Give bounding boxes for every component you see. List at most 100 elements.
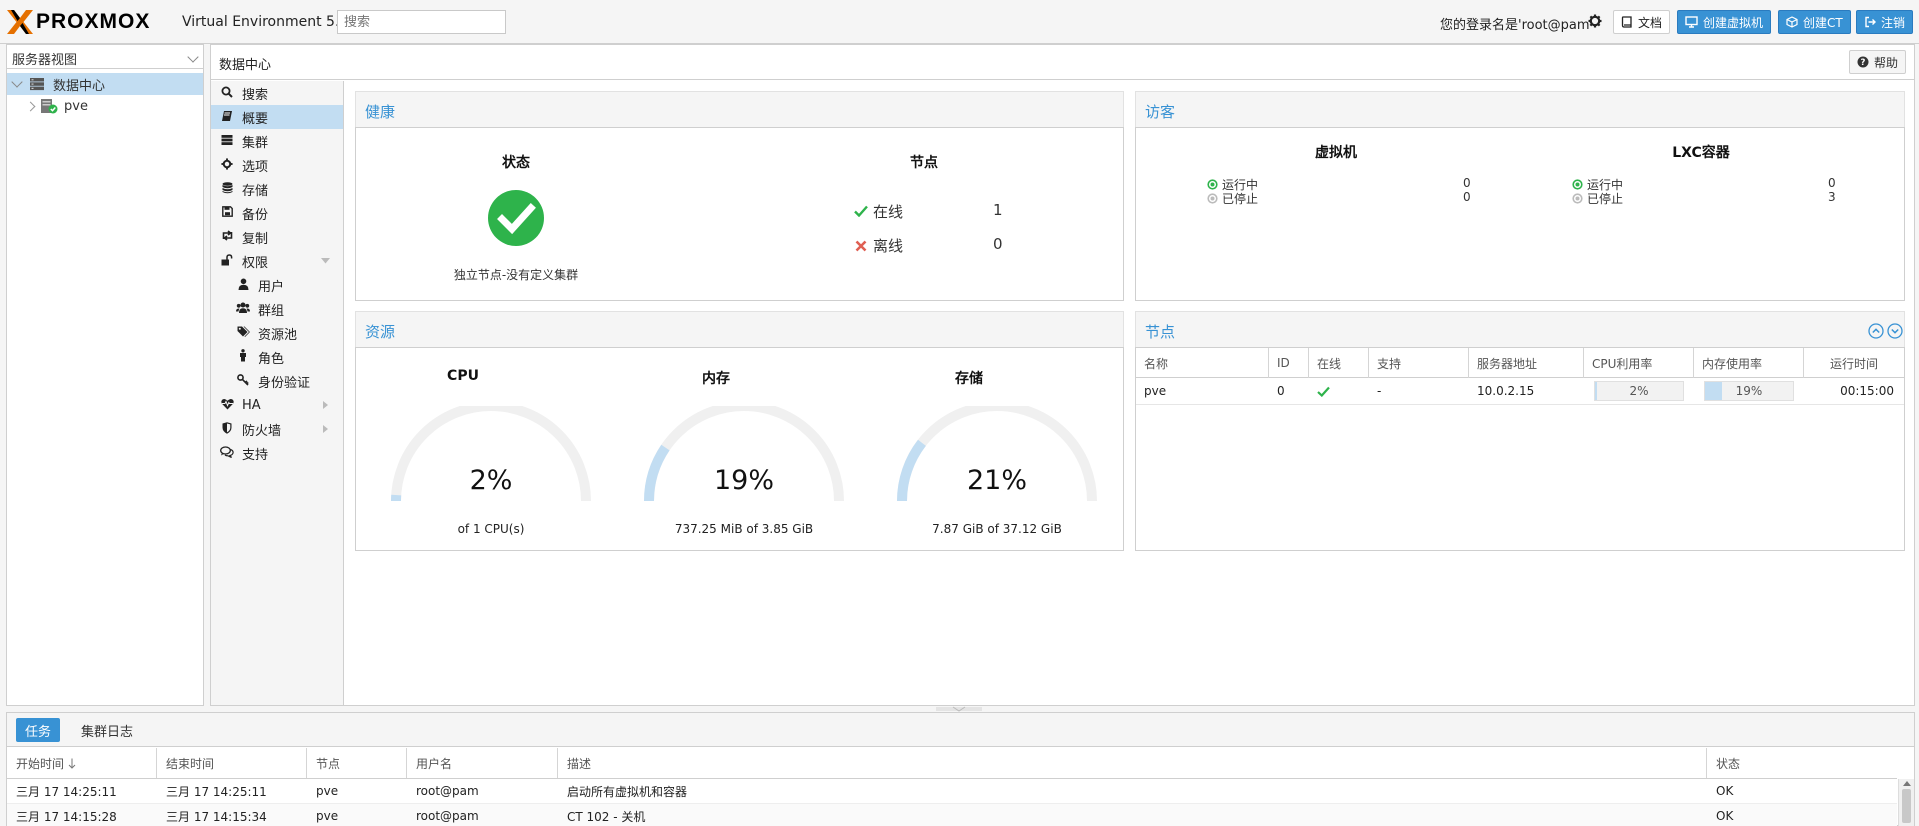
- column-header-name[interactable]: 名称: [1136, 348, 1269, 378]
- column-label: 内存使用率: [1702, 356, 1763, 371]
- cpu-usage-text: 2%: [1629, 384, 1649, 398]
- table-row[interactable]: pve 0 - 10.0.2.15 2% 19% 00:15:00: [1136, 378, 1904, 405]
- help-label: 帮助: [1873, 55, 1898, 70]
- table-row[interactable]: 三月 17 14:15:28 三月 17 14:15:34 pve root@p…: [7, 803, 1897, 826]
- logout-button[interactable]: 注销: [1856, 10, 1914, 34]
- online-label: 在线: [873, 203, 904, 221]
- create-ct-label: 创建CT: [1803, 15, 1843, 30]
- tab-cluster-log[interactable]: 集群日志: [72, 718, 142, 742]
- users-icon: [236, 302, 250, 316]
- column-label: 开始时间: [16, 756, 65, 771]
- column-label: 服务器地址: [1477, 356, 1538, 371]
- column-header-end-time[interactable]: 结束时间: [157, 748, 307, 778]
- help-button[interactable]: ? 帮助: [1848, 50, 1906, 74]
- menu-item-authentication[interactable]: 身份验证: [211, 369, 343, 393]
- column-header-node[interactable]: 节点: [307, 748, 407, 778]
- menu-item-firewall[interactable]: 防火墙: [211, 417, 343, 441]
- offline-count: 0: [993, 235, 1003, 253]
- view-selector[interactable]: 服务器视图: [7, 45, 203, 69]
- column-header-address[interactable]: 服务器地址: [1469, 348, 1584, 378]
- tab-tasks[interactable]: 任务: [16, 718, 61, 742]
- menu-item-search[interactable]: 搜索: [211, 81, 343, 105]
- proxmox-logo[interactable]: PROXMOX: [6, 9, 150, 35]
- vm-stopped-count: 0: [1463, 190, 1471, 204]
- caret-right-icon[interactable]: [323, 425, 328, 433]
- task-log-panel: 任务 集群日志 开始时间 结束时间 节点 用户名 描述 状态 三月 17 14:…: [6, 712, 1915, 826]
- column-label: 结束时间: [166, 756, 215, 771]
- task-status-cell: OK: [1716, 784, 1734, 798]
- resource-tree: 服务器视图 数据中心 pve: [6, 44, 204, 706]
- task-node-cell: pve: [316, 809, 339, 823]
- search-input[interactable]: [337, 10, 506, 34]
- brand-wordmark: PROXMOX: [36, 10, 151, 33]
- tree-item-datacenter[interactable]: 数据中心: [7, 73, 203, 95]
- datacenter-menu: 搜索 概要 集群 选项 存储 备份 复制 权限 用户 群组 资源池 角色 身份验…: [211, 81, 344, 705]
- column-label: ID: [1277, 356, 1290, 370]
- scrollbar-thumb[interactable]: [1902, 789, 1911, 823]
- times-icon: [855, 240, 867, 252]
- storage-heading: 存储: [955, 371, 983, 387]
- memory-heading: 内存: [702, 371, 730, 387]
- menu-item-roles[interactable]: 角色: [211, 345, 343, 369]
- column-header-username[interactable]: 用户名: [407, 748, 558, 778]
- caret-right-icon[interactable]: [323, 401, 328, 409]
- proxmox-x-icon: [7, 10, 33, 34]
- tree-item-pve[interactable]: pve: [7, 95, 203, 117]
- menu-item-replication[interactable]: 复制: [211, 225, 343, 249]
- check-icon: [1317, 386, 1330, 397]
- column-header-start-time[interactable]: 开始时间: [7, 748, 157, 778]
- node-name-cell: pve: [1144, 384, 1167, 398]
- menu-item-groups[interactable]: 群组: [211, 297, 343, 321]
- create-ct-button[interactable]: 创建CT: [1778, 10, 1851, 34]
- menu-item-support[interactable]: 支持: [211, 441, 343, 465]
- column-header-uptime[interactable]: 运行时间: [1804, 348, 1904, 378]
- shield-icon: [220, 421, 234, 437]
- table-row[interactable]: 三月 17 14:25:11 三月 17 14:25:11 pve root@p…: [7, 779, 1897, 803]
- menu-item-storage[interactable]: 存储: [211, 177, 343, 201]
- menu-item-cluster[interactable]: 集群: [211, 129, 343, 153]
- search-icon: [220, 86, 234, 101]
- menu-label: 复制: [242, 231, 269, 247]
- scroll-up-icon[interactable]: [1903, 781, 1911, 786]
- column-header-support[interactable]: 支持: [1369, 348, 1469, 378]
- menu-item-summary[interactable]: 概要: [211, 105, 343, 129]
- chevron-right-icon[interactable]: [25, 101, 36, 111]
- check-icon: [854, 205, 868, 217]
- chevron-down-icon[interactable]: [11, 76, 23, 88]
- column-header-id[interactable]: ID: [1269, 348, 1309, 378]
- floppy-icon: [220, 206, 234, 220]
- docs-button[interactable]: 文档: [1613, 10, 1671, 34]
- tags-icon: [236, 326, 250, 341]
- cpu-usage-value: 2%: [469, 465, 513, 496]
- lxc-heading: LXC容器: [1672, 145, 1730, 161]
- task-scrollbar[interactable]: [1898, 779, 1914, 826]
- collapse-up-icon[interactable]: [1868, 323, 1884, 339]
- panel-title: 访客: [1145, 103, 1176, 121]
- node-id-cell: 0: [1277, 384, 1285, 398]
- expand-down-icon[interactable]: [1887, 323, 1903, 339]
- menu-item-ha[interactable]: HA: [211, 393, 343, 417]
- gear-icon[interactable]: [1588, 14, 1602, 28]
- menu-item-options[interactable]: 选项: [211, 153, 343, 177]
- menu-item-permissions[interactable]: 权限: [211, 249, 343, 273]
- column-header-cpu[interactable]: CPU利用率: [1584, 348, 1694, 378]
- node-online-cell: [1309, 378, 1369, 404]
- column-header-description[interactable]: 描述: [558, 748, 1707, 778]
- check-circle-icon: [488, 190, 544, 246]
- column-header-status[interactable]: 状态: [1707, 748, 1897, 778]
- column-header-online[interactable]: 在线: [1309, 348, 1369, 378]
- svg-text:?: ?: [1861, 58, 1866, 68]
- key-icon: [236, 373, 250, 389]
- column-label: 名称: [1144, 356, 1169, 371]
- caret-down-icon[interactable]: [321, 258, 330, 264]
- chevron-down-icon: [187, 51, 199, 63]
- storage-usage-value: 21%: [966, 465, 1027, 496]
- column-header-memory[interactable]: 内存使用率: [1694, 348, 1804, 378]
- menu-item-users[interactable]: 用户: [211, 273, 343, 297]
- content-area: 数据中心 ? 帮助 搜索 概要 集群 选项 存储 备份 复制 权限 用户 群组 …: [210, 44, 1915, 706]
- menu-item-backup[interactable]: 备份: [211, 201, 343, 225]
- memory-usage-detail: 737.25 MiB of 3.85 GiB: [674, 522, 814, 536]
- storage-usage-detail: 7.87 GiB of 37.12 GiB: [932, 522, 1062, 536]
- menu-item-pools[interactable]: 资源池: [211, 321, 343, 345]
- create-vm-button[interactable]: 创建虚拟机: [1677, 10, 1772, 34]
